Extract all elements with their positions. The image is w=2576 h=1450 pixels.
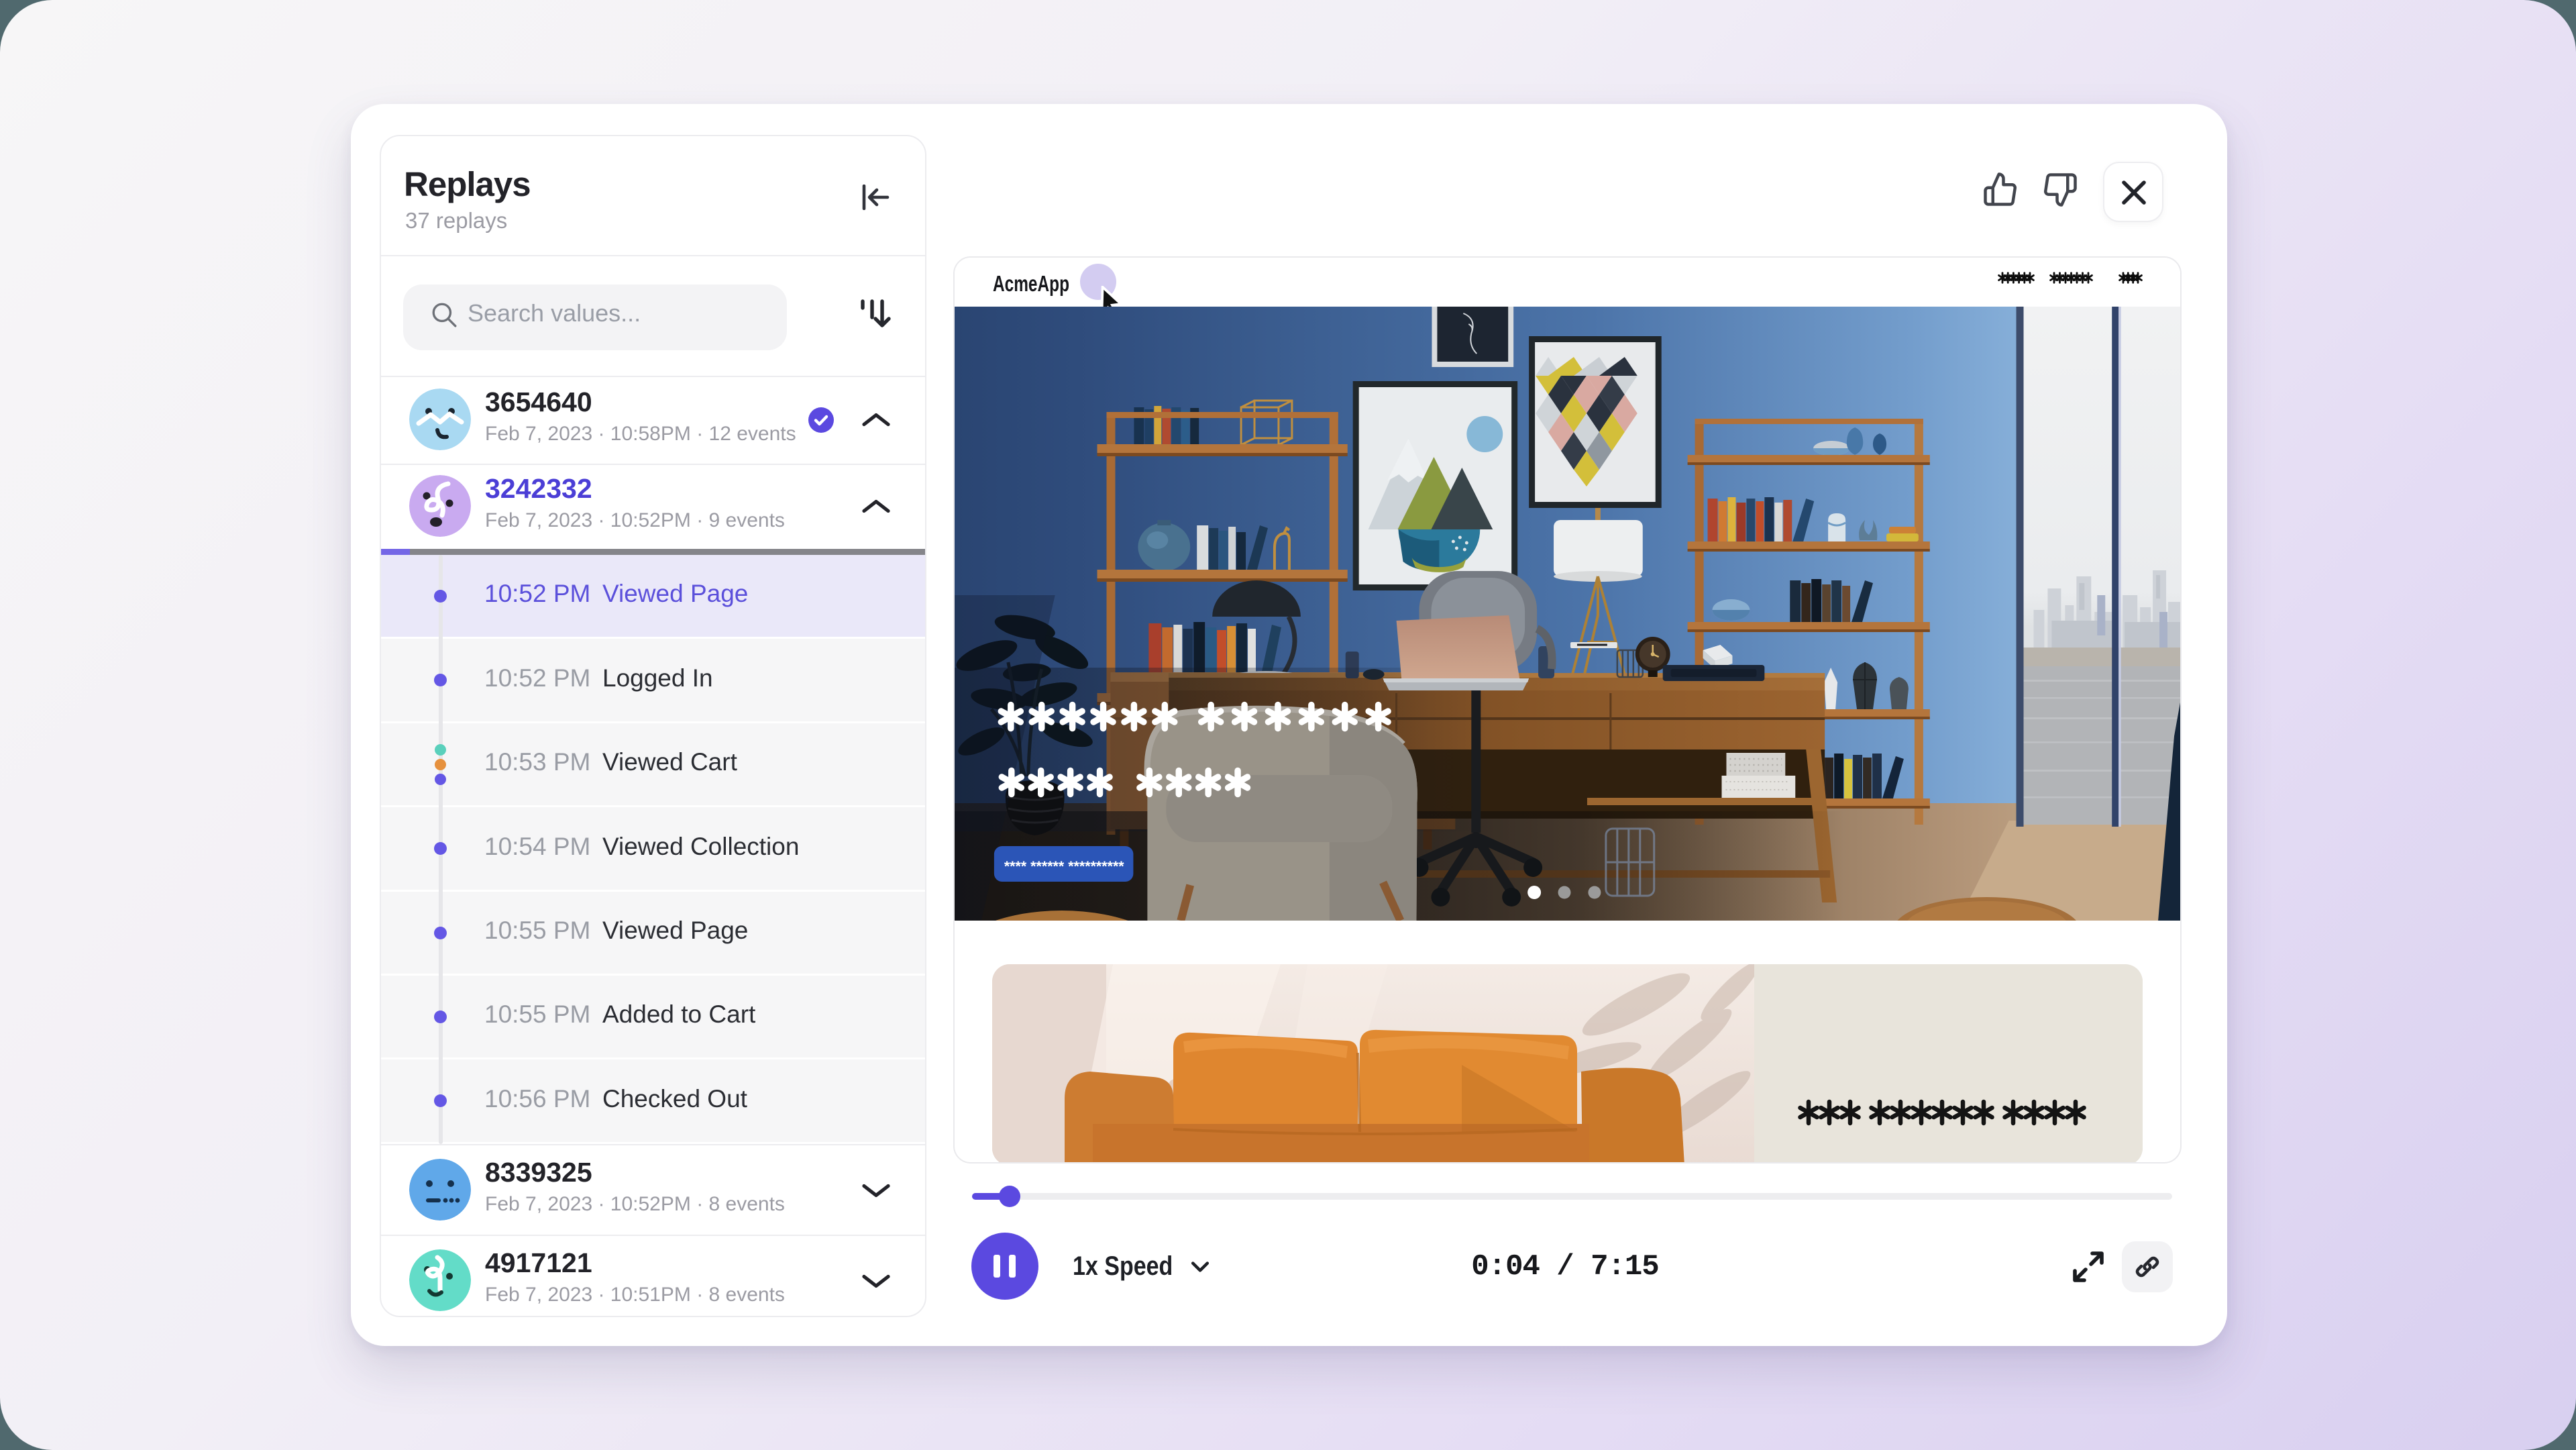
svg-text:**** ****** **********: **** ****** ********** — [1004, 858, 1124, 874]
